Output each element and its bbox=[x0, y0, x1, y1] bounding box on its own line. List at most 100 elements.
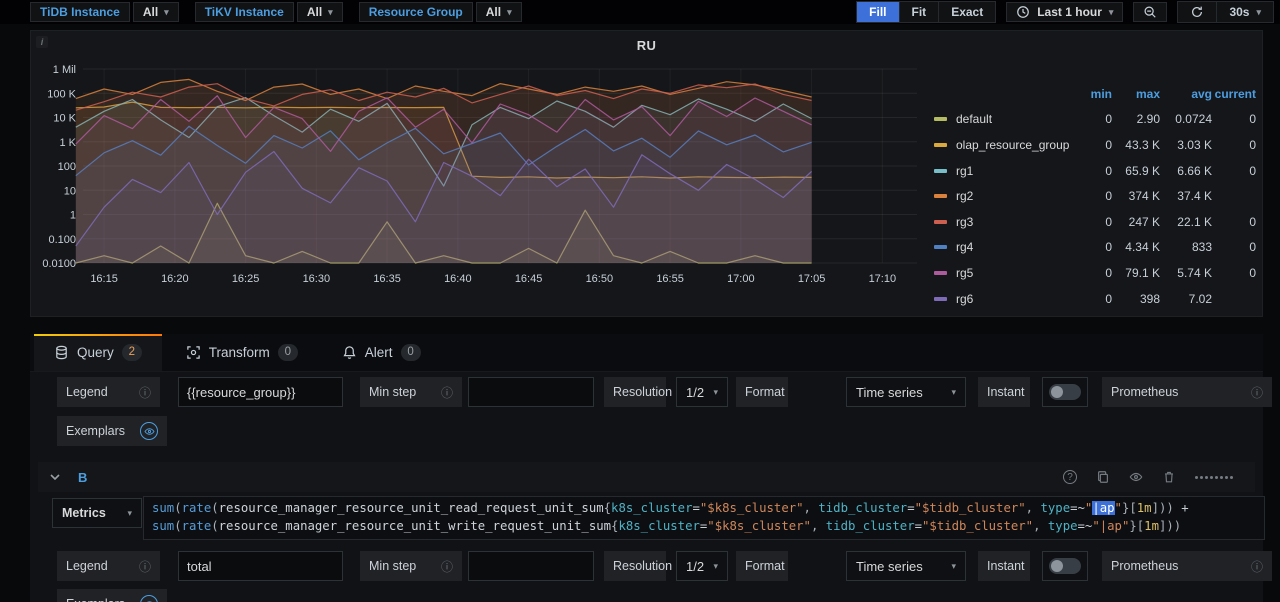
y-axis-tick: 10 bbox=[64, 185, 76, 197]
series-name[interactable]: olap_resource_group bbox=[952, 138, 1074, 152]
query-b-actions: ? bbox=[1063, 470, 1255, 484]
drag-handle-icon[interactable] bbox=[1195, 476, 1233, 479]
query-b-header[interactable]: B ? bbox=[38, 462, 1255, 492]
variable-dropdown[interactable]: All ▾ bbox=[476, 2, 522, 22]
info-icon[interactable]: ⓘ bbox=[1251, 558, 1263, 575]
variable-dropdown[interactable]: All ▾ bbox=[297, 2, 343, 22]
legend-value-avg: 6.66 K bbox=[1160, 164, 1212, 178]
series-name[interactable]: rg1 bbox=[952, 164, 1074, 178]
info-icon[interactable]: ⓘ bbox=[441, 558, 453, 575]
min-step-input[interactable] bbox=[468, 551, 594, 581]
legend-row[interactable]: rg5079.1 K5.74 K0 bbox=[934, 260, 1256, 286]
panel-title[interactable]: RU bbox=[31, 38, 1262, 53]
promql-token: resource_manager_resource_unit_read_requ… bbox=[219, 501, 604, 515]
format-select[interactable]: Time series ▾ bbox=[846, 551, 966, 581]
promql-line[interactable]: sum(rate(resource_manager_resource_unit_… bbox=[152, 518, 1256, 536]
promql-token: sum bbox=[152, 501, 174, 515]
y-axis-tick: 1 K bbox=[59, 137, 76, 149]
variable-label: TiDB Instance bbox=[30, 2, 130, 22]
fill-button[interactable]: Fill bbox=[857, 2, 899, 22]
legend-row[interactable]: rg20374 K37.4 K bbox=[934, 183, 1256, 209]
legend-value-max: 79.1 K bbox=[1112, 266, 1160, 280]
promql-token: "|ap" bbox=[1092, 519, 1129, 533]
legend-input[interactable] bbox=[178, 377, 343, 407]
series-name[interactable]: rg4 bbox=[952, 240, 1074, 254]
info-icon[interactable]: ⓘ bbox=[139, 558, 151, 575]
hide-query-eye-icon[interactable] bbox=[1129, 470, 1143, 484]
tab-alert[interactable]: Alert 0 bbox=[322, 334, 441, 371]
series-name[interactable]: default bbox=[952, 112, 1074, 126]
legend-value-min: 0 bbox=[1074, 240, 1112, 254]
resolution-select[interactable]: 1/2 ▾ bbox=[676, 551, 728, 581]
panel-ru: i RU 16:1516:2016:2516:3016:3516:4016:45… bbox=[30, 30, 1263, 317]
legend-row[interactable]: olap_resource_group043.3 K3.03 K0 bbox=[934, 132, 1256, 158]
promql-expression-editor[interactable]: sum(rate(resource_manager_resource_unit_… bbox=[143, 496, 1265, 540]
legend-row[interactable]: rg30247 K22.1 K0 bbox=[934, 209, 1256, 235]
format-select[interactable]: Time series ▾ bbox=[846, 377, 966, 407]
instant-toggle[interactable] bbox=[1042, 551, 1088, 581]
legend-input[interactable] bbox=[178, 551, 343, 581]
legend-value-current: 0 bbox=[1212, 164, 1256, 178]
x-axis-tick: 16:25 bbox=[232, 273, 260, 285]
time-range-picker[interactable]: Last 1 hour ▾ bbox=[1006, 2, 1123, 22]
collapse-chevron-icon[interactable] bbox=[46, 468, 64, 486]
database-icon bbox=[54, 345, 69, 360]
chevron-down-icon: ▾ bbox=[507, 8, 512, 17]
legend-row[interactable]: default02.900.07240 bbox=[934, 107, 1256, 133]
legend-header-min[interactable]: min bbox=[1074, 87, 1112, 101]
fit-mode-group: Fill Fit Exact bbox=[856, 1, 996, 23]
series-name[interactable]: rg5 bbox=[952, 266, 1074, 280]
promql-token: type bbox=[1040, 501, 1070, 515]
tab-transform[interactable]: Transform 0 bbox=[166, 334, 318, 371]
min-step-input[interactable] bbox=[468, 377, 594, 407]
legend-row[interactable]: rg603987.02 bbox=[934, 286, 1256, 312]
toggle-knob bbox=[1051, 386, 1063, 398]
exemplars-eye-icon[interactable] bbox=[140, 595, 158, 602]
promql-token: k8s_cluster bbox=[611, 501, 692, 515]
duplicate-icon[interactable] bbox=[1096, 470, 1110, 484]
series-color-swatch bbox=[934, 297, 947, 301]
toolbar-right: Fill Fit Exact Last 1 hour ▾ 30s ▾ bbox=[856, 1, 1280, 23]
refresh-interval-dropdown[interactable]: 30s ▾ bbox=[1217, 2, 1273, 22]
promql-token: = bbox=[907, 501, 914, 515]
legend-row[interactable]: rg1065.9 K6.66 K0 bbox=[934, 158, 1256, 184]
exemplars-eye-icon[interactable] bbox=[140, 422, 158, 440]
datasource-label: Prometheus ⓘ bbox=[1102, 377, 1272, 407]
promql-token: )) bbox=[1159, 501, 1174, 515]
series-name[interactable]: rg2 bbox=[952, 189, 1074, 203]
exemplars-field-label: Exemplars bbox=[57, 416, 167, 446]
info-icon[interactable]: ⓘ bbox=[1251, 384, 1263, 401]
series-color-swatch bbox=[934, 220, 947, 224]
time-series-chart[interactable]: 16:1516:2016:2516:3016:3516:4016:4516:50… bbox=[31, 57, 945, 309]
info-icon[interactable]: ⓘ bbox=[441, 384, 453, 401]
resolution-select[interactable]: 1/2 ▾ bbox=[676, 377, 728, 407]
delete-query-trash-icon[interactable] bbox=[1162, 470, 1176, 484]
promql-token: "$k8s_cluster" bbox=[707, 519, 811, 533]
legend-header-current[interactable]: current bbox=[1212, 87, 1256, 101]
legend-value-min: 0 bbox=[1074, 215, 1112, 229]
legend-value-max: 4.34 K bbox=[1112, 240, 1160, 254]
series-name[interactable]: rg6 bbox=[952, 292, 1074, 306]
chevron-down-icon: ▾ bbox=[713, 388, 718, 397]
promql-line[interactable]: sum(rate(resource_manager_resource_unit_… bbox=[152, 500, 1256, 518]
x-axis-tick: 17:00 bbox=[727, 273, 755, 285]
info-icon[interactable]: ⓘ bbox=[139, 384, 151, 401]
chevron-down-icon: ▾ bbox=[328, 8, 333, 17]
y-axis-tick: 100 bbox=[58, 161, 76, 173]
metrics-dropdown-button[interactable]: Metrics ▾ bbox=[52, 498, 142, 528]
promql-token: rate bbox=[182, 519, 212, 533]
x-axis-tick: 16:50 bbox=[586, 273, 614, 285]
instant-toggle[interactable] bbox=[1042, 377, 1088, 407]
exact-button[interactable]: Exact bbox=[939, 2, 995, 22]
tab-query[interactable]: Query 2 bbox=[34, 334, 162, 371]
legend-row[interactable]: rg404.34 K8330 bbox=[934, 235, 1256, 261]
zoom-out-button[interactable] bbox=[1133, 2, 1167, 22]
variable-dropdown[interactable]: All ▾ bbox=[133, 2, 179, 22]
legend-header-avg[interactable]: avg bbox=[1160, 87, 1212, 101]
series-name[interactable]: rg3 bbox=[952, 215, 1074, 229]
refresh-button[interactable] bbox=[1178, 2, 1217, 22]
promql-token: rate bbox=[182, 501, 212, 515]
help-icon[interactable]: ? bbox=[1063, 470, 1077, 484]
fit-button[interactable]: Fit bbox=[900, 2, 940, 22]
legend-header-max[interactable]: max bbox=[1112, 87, 1160, 101]
